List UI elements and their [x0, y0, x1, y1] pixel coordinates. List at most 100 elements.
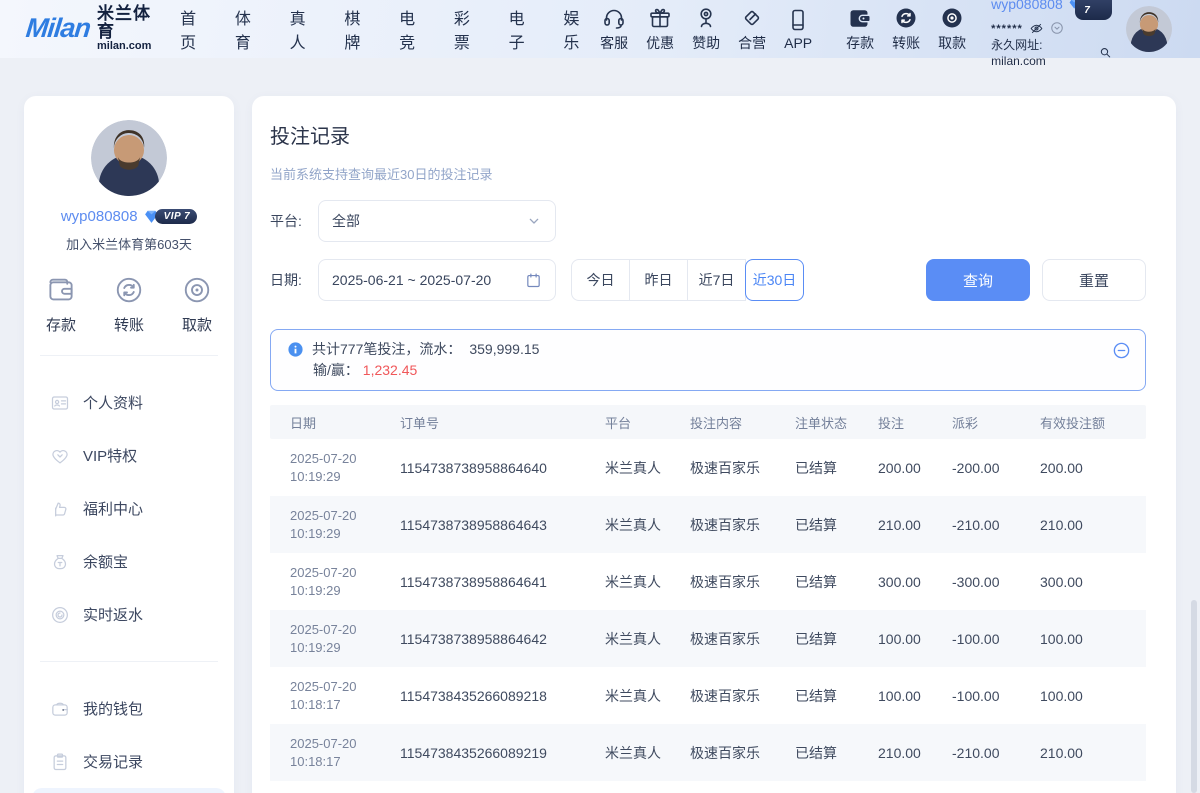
cell-date: 2025-07-20 10:18:17 [290, 735, 400, 771]
cell-payout: -300.00 [952, 574, 1040, 590]
cell-status: 已结算 [795, 515, 878, 535]
search-button[interactable]: 查询 [926, 259, 1030, 301]
reset-button[interactable]: 重置 [1042, 259, 1146, 301]
cell-platform: 米兰真人 [605, 629, 690, 649]
date-text: 2025-07-20 [290, 736, 357, 751]
search-icon[interactable] [1099, 46, 1112, 59]
username[interactable]: wyp080808 [991, 0, 1063, 14]
sidebar-deposit-label: 存款 [46, 314, 76, 335]
withdraw-link[interactable]: 取款 [938, 6, 966, 53]
nav-item-slots[interactable]: 电子 [509, 5, 537, 53]
sidebar-vip-badge: VIP 7 [143, 208, 198, 225]
nav-item-esports[interactable]: 电竞 [399, 5, 427, 53]
sidebar-item-vip[interactable]: VIP特权 [24, 429, 234, 482]
date-text: 2025-07-20 [290, 679, 357, 694]
sidebar-quick-actions: 存款 转账 取款 [24, 253, 234, 335]
vip-level-pill: VIP 7 [1075, 0, 1112, 20]
service-link[interactable]: 客服 [600, 6, 628, 53]
collapse-icon[interactable] [1112, 341, 1131, 360]
scrollbar[interactable] [1191, 600, 1197, 793]
site-url-text: 永久网址: milan.com [991, 37, 1096, 69]
cell-platform: 米兰真人 [605, 572, 690, 592]
sidebar-item-transactions[interactable]: 交易记录 [24, 735, 234, 788]
sponsor-label: 赞助 [692, 33, 720, 53]
transfer-link[interactable]: 转账 [892, 6, 920, 53]
header-right-group: 客服 优惠 赞助 合营 APP 存款 转账 [591, 0, 1200, 69]
cell-valid: 210.00 [1040, 745, 1146, 761]
nav-item-home[interactable]: 首页 [180, 5, 208, 53]
page-title: 投注记录 [270, 120, 1146, 149]
sidebar-item-rebate[interactable]: 实时返水 [24, 588, 234, 641]
chevron-down-icon [526, 213, 542, 229]
app-link[interactable]: APP [784, 8, 812, 51]
nav-item-lottery[interactable]: 彩票 [454, 5, 482, 53]
brand-logo[interactable]: Milan 米兰体育 milan.com [26, 5, 158, 52]
table-body: 2025-07-2010:19:29 1154738738958864640 米… [270, 439, 1146, 781]
logo-text-block: 米兰体育 milan.com [97, 5, 158, 52]
cell-order: 1154738435266089218 [400, 688, 605, 704]
withdraw-label: 取款 [938, 33, 966, 53]
cell-status: 已结算 [795, 629, 878, 649]
cell-date: 2025-07-2010:19:29 [290, 564, 400, 600]
date-range-input[interactable]: 2025-06-21 ~ 2025-07-20 [318, 259, 556, 301]
cell-date: 2025-07-2010:19:29 [290, 621, 400, 657]
cell-platform: 米兰真人 [605, 686, 690, 706]
user-info-block: wyp080808 VIP 7 ****** 永久网址: milan.com [991, 0, 1112, 69]
sponsor-link[interactable]: 赞助 [692, 6, 720, 53]
cell-payout: -100.00 [952, 631, 1040, 647]
menu-label: VIP特权 [83, 445, 137, 466]
cell-payout: -210.00 [952, 517, 1040, 533]
transfer-label: 转账 [892, 33, 920, 53]
sidebar-transfer-label: 转账 [114, 314, 144, 335]
nav-item-cards[interactable]: 棋牌 [344, 5, 372, 53]
nav-item-entertainment[interactable]: 娱乐 [563, 5, 591, 53]
sidebar-transfer-action[interactable]: 转账 [114, 275, 144, 335]
cell-date: 2025-07-2010:18:17 [290, 678, 400, 714]
nav-item-live[interactable]: 真人 [290, 5, 318, 53]
summary-box: 共计777笔投注，流水： 359,999.15 输/赢： 1,232.45 [270, 329, 1146, 391]
eye-off-icon[interactable] [1029, 21, 1044, 36]
sidebar-username: wyp080808 [61, 208, 138, 225]
sidebar-divider [40, 355, 218, 356]
sidebar-deposit-action[interactable]: 存款 [46, 275, 76, 335]
date-text: 2025-07-20 [290, 622, 357, 637]
cell-status: 已结算 [795, 572, 878, 592]
deposit-link[interactable]: 存款 [846, 6, 874, 53]
user-name-row: wyp080808 VIP 7 [991, 0, 1112, 20]
sidebar-item-welfare[interactable]: 福利中心 [24, 482, 234, 535]
deposit-label: 存款 [846, 33, 874, 53]
avatar[interactable] [1126, 6, 1172, 52]
sidebar-withdraw-action[interactable]: 取款 [182, 275, 212, 335]
platform-label: 平台: [270, 211, 318, 231]
main-nav: 首页 体育 真人 棋牌 电竞 彩票 电子 娱乐 [180, 5, 591, 53]
top-header: Milan 米兰体育 milan.com 首页 体育 真人 棋牌 电竞 彩票 电… [0, 0, 1200, 58]
partner-link[interactable]: 合营 [738, 6, 766, 53]
logo-script-text: Milan [24, 13, 91, 44]
cell-status: 已结算 [795, 686, 878, 706]
info-icon [287, 341, 304, 358]
chevron-circle-icon[interactable] [1050, 21, 1064, 35]
platform-select[interactable]: 全部 [318, 200, 556, 242]
sidebar-item-profile[interactable]: 个人资料 [24, 376, 234, 429]
cell-bet: 210.00 [878, 745, 952, 761]
platform-filter-row: 平台: 全部 [270, 200, 1146, 242]
range-7d-button[interactable]: 近7日 [687, 259, 746, 301]
sidebar-avatar[interactable] [91, 120, 167, 196]
range-yesterday-button[interactable]: 昨日 [629, 259, 688, 301]
col-header-platform: 平台 [605, 413, 690, 432]
promo-link[interactable]: 优惠 [646, 6, 674, 53]
nav-item-sports[interactable]: 体育 [235, 5, 263, 53]
page-subtitle: 当前系统支持查询最近30日的投注记录 [270, 164, 1146, 183]
range-today-button[interactable]: 今日 [571, 259, 630, 301]
table-row: 2025-07-2010:19:29 1154738738958864641 米… [270, 553, 1146, 610]
transfer-filled-icon [894, 6, 918, 30]
date-range-presets: 今日 昨日 近7日 近30日 [571, 259, 804, 301]
sidebar-item-bet-records[interactable]: 投注记录 [32, 788, 226, 793]
cell-order: 1154738738958864641 [400, 574, 605, 590]
sidebar-item-wallet[interactable]: 我的钱包 [24, 682, 234, 735]
range-30d-button[interactable]: 近30日 [745, 259, 804, 301]
summary-loss-line: 输/赢： 1,232.45 [313, 360, 1112, 381]
sidebar-item-yuebao[interactable]: 余额宝 [24, 535, 234, 588]
time-text: 10:18:17 [290, 754, 341, 769]
cell-payout: -100.00 [952, 688, 1040, 704]
